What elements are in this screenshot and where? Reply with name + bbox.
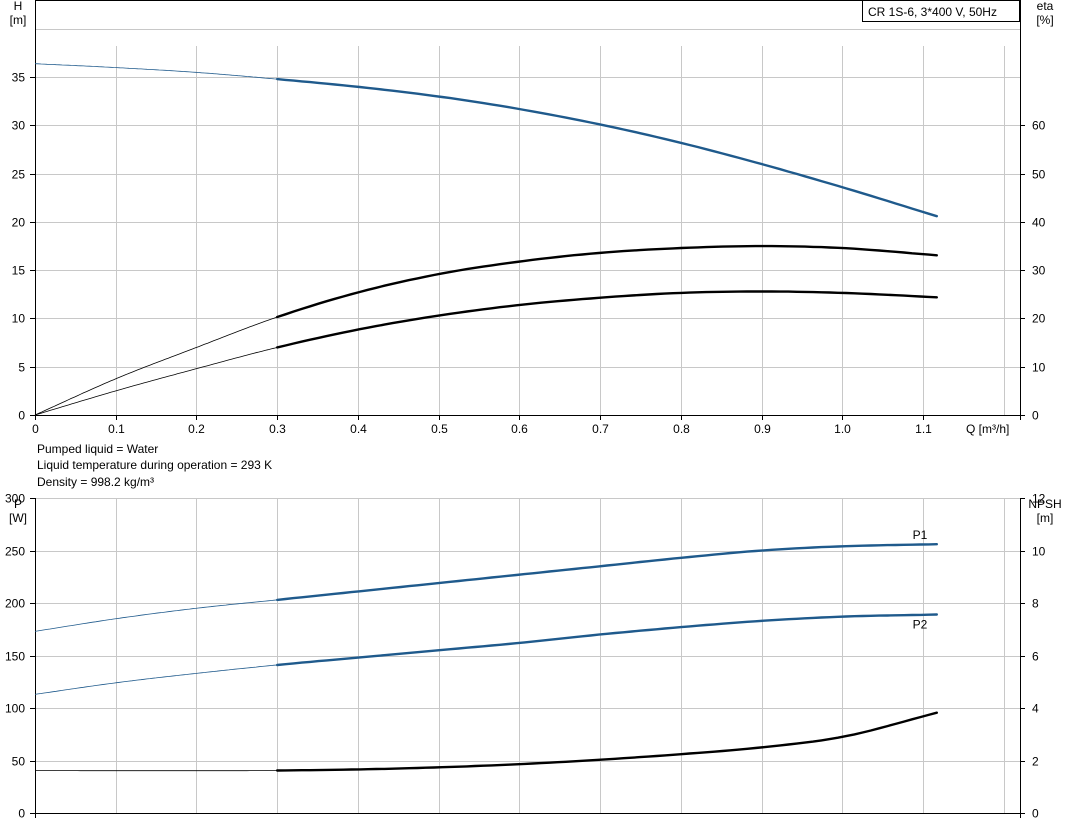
right-axis-unit: [m] [1037,511,1054,525]
left-axis-label: H [14,0,23,13]
p2-series-label: P2 [913,618,928,632]
x-tick-label: 0.4 [350,422,367,436]
right-tick-label: 30 [1032,264,1046,278]
left-tick-label: 200 [5,597,25,611]
left-tick-label: 5 [18,361,25,375]
p2-operating-segment [276,613,938,667]
p1-series-label: P1 [913,528,928,542]
right-tick-label: 10 [1032,361,1046,375]
left-tick-label: 25 [12,168,26,182]
left-tick-label: 30 [12,119,26,133]
right-axis-unit: [%] [1036,13,1053,27]
x-tick-label: 0 [32,422,39,436]
upper-curve-0-operating-segment [276,77,938,218]
right-tick-label: 4 [1032,702,1039,716]
left-tick-label: 50 [12,755,26,769]
right-tick-label: 40 [1032,216,1046,230]
lower-chart [30,498,1025,818]
x-tick-label: 0.9 [754,422,771,436]
p1-operating-segment [276,543,938,602]
left-tick-label: 0 [18,807,25,821]
right-tick-label: 50 [1032,168,1046,182]
left-tick-label: 0 [18,409,25,423]
upper-curve-0-extended-segment [34,63,278,80]
p1-extended-segment [34,599,278,632]
density-text: Density = 998.2 kg/m³ [37,475,155,489]
pump-performance-charts: 0510152025303501020304050600 0.1 0.2 0.3 0.4… [5,0,1062,821]
right-tick-label: 60 [1032,119,1046,133]
left-tick-label: 10 [12,312,26,326]
liquid-temperature-text: Liquid temperature during operation = 29… [37,458,273,472]
right-tick-label: 8 [1032,597,1039,611]
x-tick-label: 0.1 [108,422,125,436]
right-axis-label: eta [1037,0,1054,13]
x-tick-label: 0.6 [511,422,528,436]
upper-chart [30,0,1025,420]
x-tick-label: 0.3 [269,422,286,436]
left-tick-label: 20 [12,216,26,230]
x-tick-label: 1.0 [834,422,851,436]
right-tick-label: 20 [1032,312,1046,326]
left-tick-label: 15 [12,264,26,278]
x-axis-label: Q [m³/h] [966,422,1009,436]
upper-curve-1-operating-segment [276,244,938,319]
right-tick-label: 0 [1032,807,1039,821]
upper-curve-1-extended-segment [34,316,278,416]
left-tick-label: 100 [5,702,25,716]
left-tick-label: 250 [5,545,25,559]
right-tick-label: 10 [1032,545,1046,559]
upper-curve-2-operating-segment [276,290,938,349]
left-tick-label: 35 [12,71,26,85]
right-tick-label: 0 [1032,409,1039,423]
right-tick-label: 2 [1032,755,1039,769]
left-axis-unit: [m] [10,13,27,27]
chart-title: CR 1S-6, 3*400 V, 50Hz [868,5,997,19]
right-axis-label: NPSH [1028,497,1061,511]
left-axis-unit: [W] [9,511,27,525]
upper-curve-2-extended-segment [34,347,278,416]
x-tick-label: 1.1 [915,422,932,436]
right-tick-label: 6 [1032,650,1039,664]
x-tick-label: 0.7 [592,422,609,436]
x-tick-label: 0.8 [673,422,690,436]
x-tick-label: 0.2 [188,422,205,436]
left-axis-label: P [14,497,22,511]
x-tick-label: 0.5 [431,422,448,436]
p2-extended-segment [34,664,278,695]
left-tick-label: 150 [5,650,25,664]
pumped-liquid-text: Pumped liquid = Water [37,442,159,456]
